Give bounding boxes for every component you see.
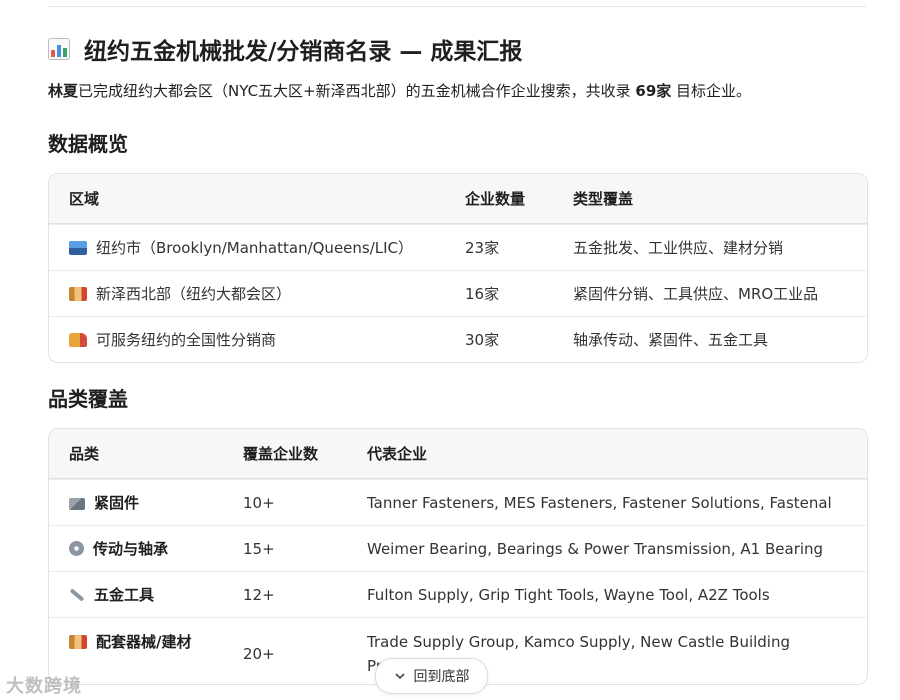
factory-icon — [69, 287, 87, 301]
page-title: 纽约五金机械批发/分销商名录 — 成果汇报 — [48, 32, 522, 66]
column-header-region: 区域 — [69, 190, 100, 208]
category-name: 五金工具 — [94, 586, 155, 604]
chevron-down-icon — [394, 673, 405, 680]
type-coverage: 轴承传动、紧固件、五金工具 — [573, 331, 769, 349]
scroll-to-bottom-label: 回到底部 — [413, 669, 470, 685]
representative-companies: Fulton Supply, Grip Tight Tools, Wayne T… — [367, 585, 770, 604]
category-count: 12+ — [243, 585, 275, 604]
intro-text: 林夏已完成纽约大都会区（NYC五大区+新泽西北部）的五金机械合作企业搜索，共收录… — [48, 80, 751, 101]
nut-bolt-icon — [69, 498, 85, 510]
category-count: 20+ — [243, 645, 275, 663]
company-count: 16家 — [465, 285, 500, 303]
delivery-truck-icon — [69, 333, 87, 347]
table-row: 可服务纽约的全国性分销商 30家 轴承传动、紧固件、五金工具 — [49, 316, 867, 362]
intro-text-before: 已完成纽约大都会区（NYC五大区+新泽西北部）的五金机械合作企业搜索，共收录 — [78, 82, 636, 100]
gear-icon — [69, 541, 84, 556]
scroll-to-bottom-button[interactable]: 回到底部 — [375, 658, 488, 694]
overview-table: 区域 企业数量 类型覆盖 纽约市（Brooklyn/Manhattan/Quee… — [48, 173, 868, 363]
type-coverage: 五金批发、工业供应、建材分销 — [573, 239, 784, 257]
type-coverage: 紧固件分销、工具供应、MRO工业品 — [573, 285, 819, 303]
categories-table: 品类 覆盖企业数 代表企业 紧固件 10+ Tanner Fasteners, … — [48, 428, 868, 685]
intro-text-after: 目标企业。 — [671, 82, 752, 100]
categories-table-header: 品类 覆盖企业数 代表企业 — [49, 429, 867, 479]
intro-name: 林夏 — [48, 82, 79, 100]
category-name: 配套器械/建材 — [96, 633, 192, 651]
table-row: 新泽西北部（纽约大都会区） 16家 紧固件分销、工具供应、MRO工业品 — [49, 270, 867, 316]
overview-heading: 数据概览 — [48, 132, 128, 156]
region-name: 可服务纽约的全国性分销商 — [96, 331, 277, 349]
company-count: 23家 — [465, 239, 500, 257]
company-count: 30家 — [465, 331, 500, 349]
intro-count: 69家 — [635, 82, 672, 100]
category-name: 紧固件 — [94, 494, 140, 512]
wrench-icon — [69, 588, 85, 602]
watermark: 大数跨境 — [6, 672, 82, 698]
top-divider — [48, 6, 866, 7]
region-name: 纽约市（Brooklyn/Manhattan/Queens/LIC） — [96, 239, 414, 257]
overview-table-header: 区域 企业数量 类型覆盖 — [49, 174, 867, 224]
category-name: 传动与轴承 — [93, 540, 169, 558]
table-row: 五金工具 12+ Fulton Supply, Grip Tight Tools… — [49, 571, 867, 617]
page-title-text: 纽约五金机械批发/分销商名录 — 成果汇报 — [84, 39, 523, 65]
column-header-types: 类型覆盖 — [573, 190, 634, 208]
region-name: 新泽西北部（纽约大都会区） — [96, 285, 292, 303]
categories-heading: 品类覆盖 — [48, 387, 128, 411]
representative-companies: Tanner Fasteners, MES Fasteners, Fastene… — [367, 493, 832, 512]
table-row: 传动与轴承 15+ Weimer Bearing, Bearings & Pow… — [49, 525, 867, 571]
table-row: 紧固件 10+ Tanner Fasteners, MES Fasteners,… — [49, 479, 867, 525]
cityscape-icon — [69, 241, 87, 255]
factory-icon — [69, 635, 87, 649]
column-header-count: 覆盖企业数 — [243, 445, 319, 463]
representative-companies: Weimer Bearing, Bearings & Power Transmi… — [367, 539, 824, 558]
column-header-count: 企业数量 — [465, 190, 526, 208]
column-header-category: 品类 — [69, 445, 100, 463]
table-row: 纽约市（Brooklyn/Manhattan/Queens/LIC） 23家 五… — [49, 224, 867, 270]
bar-chart-icon — [48, 38, 70, 60]
category-count: 15+ — [243, 539, 275, 558]
watermark-text: 大数跨境 — [6, 676, 82, 697]
column-header-companies: 代表企业 — [367, 445, 428, 463]
category-count: 10+ — [243, 493, 275, 512]
